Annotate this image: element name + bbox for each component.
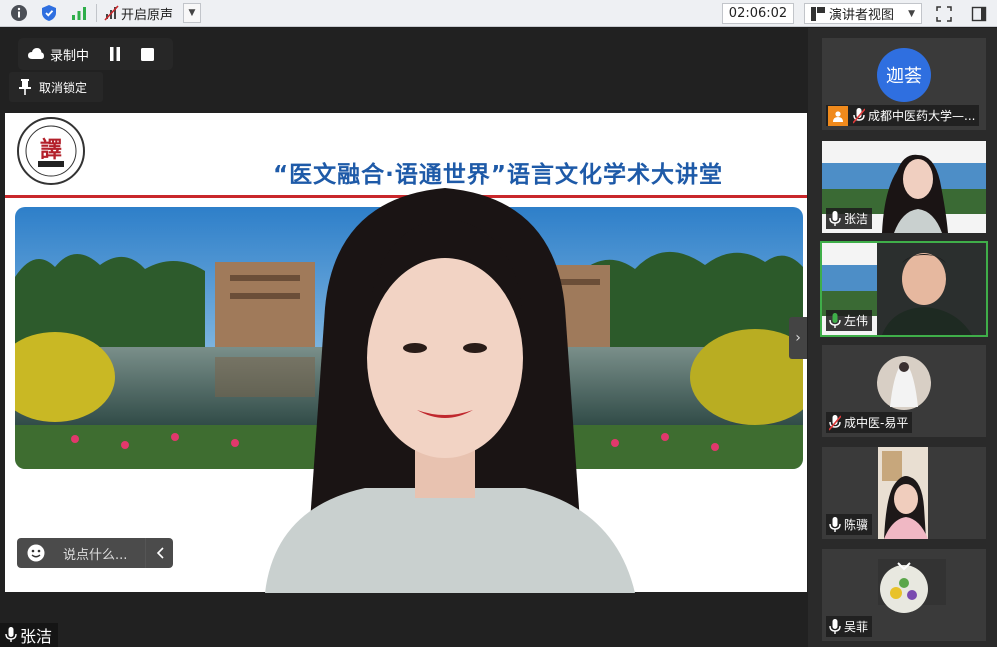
microphone-muted-icon — [852, 107, 866, 124]
cloud-recording-icon — [28, 48, 44, 60]
pause-recording-button[interactable] — [99, 38, 131, 70]
fullscreen-button[interactable] — [933, 3, 955, 24]
pin-icon — [19, 79, 31, 95]
slide-title: “医文融合·语通世界”语言文化学术大讲堂 — [273, 162, 723, 188]
fullscreen-icon — [936, 5, 952, 22]
participant-label: 陈骥 — [826, 514, 873, 535]
original-sound-label: 开启原声 — [121, 7, 174, 23]
participant-tile[interactable]: 迦荟 成都中医药大学—... — [822, 38, 986, 130]
microphone-speaking-icon — [828, 312, 842, 329]
participant-tile[interactable]: 吴菲 — [822, 549, 986, 641]
recording-status: 录制中 — [50, 48, 90, 64]
collapse-gallery-button[interactable]: › — [789, 317, 807, 359]
participant-name: 陈骥 — [844, 518, 869, 532]
emoji-icon[interactable] — [27, 544, 45, 562]
microphone-muted-icon — [828, 414, 842, 431]
university-seal-logo: 譯 — [13, 115, 89, 187]
participant-name: 左伟 — [844, 314, 869, 328]
participant-tile[interactable]: 张洁 — [822, 141, 986, 233]
host-badge-icon — [828, 105, 848, 126]
chat-input-bar[interactable]: 说点什么... — [17, 538, 173, 568]
view-mode-dropdown[interactable]: 演讲者视图 ▼ — [804, 3, 922, 24]
stop-icon — [140, 47, 154, 61]
info-icon[interactable] — [8, 2, 30, 24]
microphone-icon — [828, 516, 842, 533]
signal-bars-icon[interactable] — [68, 2, 90, 24]
participant-label: 吴菲 — [826, 616, 873, 637]
presenter-video — [255, 188, 635, 593]
chevron-left-icon — [156, 547, 164, 559]
participant-name: 吴菲 — [844, 620, 869, 634]
participant-name: 成都中医药大学—... — [868, 109, 976, 123]
participant-name: 成中医-易平 — [844, 416, 909, 430]
svg-text:譯: 譯 — [40, 137, 62, 163]
top-toolbar: 开启原声 ▼ 02:06:02 演讲者视图 ▼ — [0, 0, 997, 27]
participant-tile[interactable]: 陈骥 — [822, 447, 986, 539]
original-sound-button[interactable]: 开启原声 — [97, 2, 179, 24]
participant-tile[interactable]: 成中医-易平 — [822, 345, 986, 437]
chevron-down-icon: ▼ — [908, 8, 915, 19]
participant-label: 成都中医药大学—... — [826, 105, 980, 126]
original-sound-icon — [103, 2, 121, 24]
recording-control-bar: 录制中 — [18, 38, 173, 70]
view-mode-label: 演讲者视图 — [829, 8, 895, 23]
chevron-right-icon: › — [795, 330, 801, 346]
original-sound-dropdown[interactable]: ▼ — [183, 3, 202, 23]
active-speaker-tag: 张洁 — [0, 623, 59, 647]
unpin-label: 取消锁定 — [39, 80, 88, 95]
microphone-icon — [4, 627, 18, 643]
meeting-timer: 02:06:02 — [722, 3, 794, 24]
avatar: 迦荟 — [877, 48, 931, 102]
chat-placeholder: 说点什么... — [63, 547, 128, 563]
security-shield-icon[interactable] — [38, 2, 60, 24]
main-stage: 譯 “医文融合·语通世界”语言文化学术大讲堂 录制中 取消锁定 说点什么... … — [0, 28, 808, 647]
sidebar-panel-icon — [971, 6, 987, 21]
participant-label: 左伟 — [826, 310, 873, 331]
speaker-view-icon — [811, 6, 825, 21]
microphone-icon — [828, 618, 842, 635]
stop-recording-button[interactable] — [131, 38, 163, 70]
participant-name: 张洁 — [844, 212, 869, 226]
collapse-chat-button[interactable] — [145, 538, 173, 568]
participant-label: 张洁 — [826, 208, 873, 229]
toggle-sidebar-button[interactable] — [968, 3, 990, 24]
meeting-window: 开启原声 ▼ 02:06:02 演讲者视图 ▼ 譯 “医文融合·语通世界”语言文… — [0, 0, 997, 647]
microphone-icon — [828, 210, 842, 227]
participant-gallery: 迦荟 成都中医药大学—... 张洁 左伟 成中医-易平 陈骥 吴菲 — [808, 28, 997, 647]
unpin-video-button[interactable]: 取消锁定 — [9, 72, 103, 102]
participant-tile[interactable]: 左伟 — [820, 241, 988, 337]
pause-icon — [110, 47, 121, 61]
chevron-down-icon: ▼ — [188, 8, 196, 18]
active-speaker-name: 张洁 — [20, 627, 53, 646]
participant-label: 成中医-易平 — [826, 412, 913, 433]
